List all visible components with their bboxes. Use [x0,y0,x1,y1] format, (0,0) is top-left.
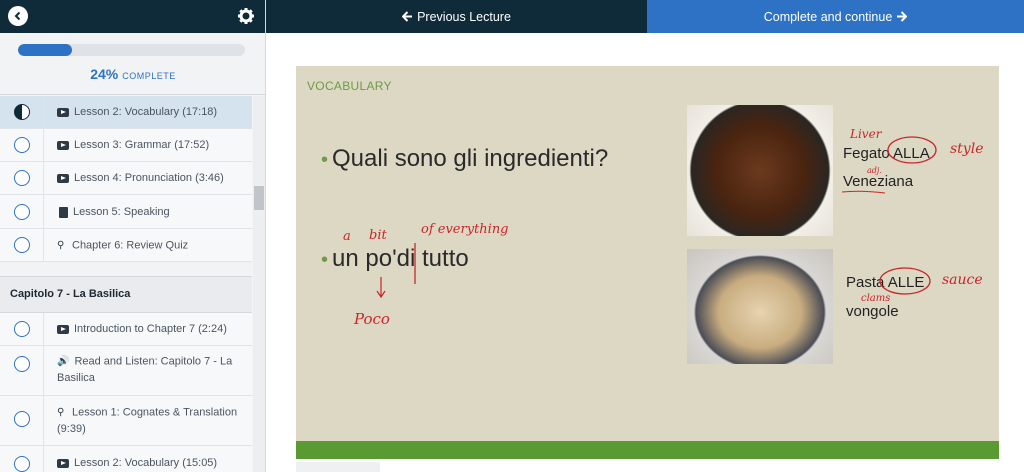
play-icon [57,173,69,183]
annotation-circle-alle [879,267,931,295]
incomplete-circle-icon [14,237,30,253]
play-icon [57,107,69,117]
annotation-arrow-down [376,277,386,299]
lecture-item[interactable]: ⚲ Chapter 6: Review Quiz [0,229,252,262]
section-title: Capitolo 7 - La Basilica [0,276,252,313]
lightbulb-icon: ⚲ [57,407,65,418]
lecture-slide: VOCABULARY • Quali sono gli ingredienti? … [296,66,999,459]
progress-percent: 24% [90,66,119,82]
incomplete-circle-icon [14,456,30,472]
lecture-label: Lesson 2: Vocabulary (17:18) [74,106,218,118]
lecture-item[interactable]: Lesson 2: Vocabulary (17:18) [0,96,252,129]
play-icon [57,458,69,468]
annotation-sauce: sauce [942,272,983,288]
annotation-circle-alla [887,136,937,164]
lecture-item[interactable]: Lesson 2: Vocabulary (15:05) [0,446,252,472]
slide-label: VOCABULARY [307,79,392,93]
lecture-label: Lesson 4: Pronunciation (3:46) [74,172,224,184]
annotation-bit: bit [369,228,387,243]
course-sidebar: 24% COMPLETE Lesson 2: Vocabulary (17:18)… [0,0,266,472]
lecture-item[interactable]: Lesson 4: Pronunciation (3:46) [0,162,252,195]
arrow-left-icon [402,11,413,22]
content-tab[interactable] [296,462,380,472]
annotation-of-everything: of everything [421,222,509,237]
previous-lecture-button[interactable]: Previous Lecture [266,0,647,33]
play-icon [57,324,69,334]
progress-word: COMPLETE [122,71,176,81]
incomplete-circle-icon [14,321,30,337]
progress-bar [18,44,245,56]
chevron-left-icon [14,11,21,21]
incomplete-circle-icon [14,356,30,372]
lecture-item[interactable]: Lesson 3: Grammar (17:52) [0,129,252,162]
progress-bar-fill [18,44,73,56]
lecture-item[interactable]: ⚲ Lesson 1: Cognates & Translation (9:39) [0,396,252,446]
incomplete-circle-icon [14,137,30,153]
lecture-label: Lesson 2: Vocabulary (15:05) [74,457,218,469]
bullet-answer: • un po'di tutto [321,245,469,272]
food2-line2: vongole [846,303,899,320]
bullet-text: Quali sono gli ingredienti? [332,145,609,172]
lecture-item[interactable]: 🔊 Read and Listen: Capitolo 7 - La Basili… [0,346,252,396]
arrow-right-icon [897,11,908,22]
sidebar-scrollbar[interactable] [253,96,265,472]
lecture-item[interactable]: Lesson 5: Speaking [0,195,252,229]
play-icon [57,140,69,150]
annotation-divider-mark [414,243,416,284]
complete-continue-label: Complete and continue [763,9,893,24]
progress-circle-icon [14,104,30,120]
annotation-style: style [950,141,984,157]
lecture-label: Lesson 3: Grammar (17:52) [74,139,210,151]
fegato-photo [687,105,833,236]
scrollbar-thumb[interactable] [254,186,264,210]
bullet-question: • Quali sono gli ingredienti? [321,145,609,172]
document-icon [59,206,68,218]
incomplete-circle-icon [14,170,30,186]
progress-text: 24% COMPLETE [0,66,265,84]
incomplete-circle-icon [14,204,30,220]
lecture-item[interactable]: Introduction to Chapter 7 (2:24) [0,313,252,346]
slide-footer-bar [296,441,999,459]
annotation-adj: adj. [867,166,882,175]
lecture-label: Introduction to Chapter 7 (2:24) [74,323,227,335]
bullet-text: un po'di tutto [332,245,469,272]
lecture-label: Chapter 6: Review Quiz [72,239,189,252]
speaker-icon: 🔊 [57,356,70,367]
back-button[interactable] [8,6,28,26]
complete-continue-button[interactable]: Complete and continue [647,0,1024,33]
progress-section: 24% COMPLETE [0,33,265,95]
annotation-a: a [343,229,351,244]
annotation-poco: Poco [354,310,390,328]
food1-line2: Veneziana [843,173,914,190]
lecture-label: Read and Listen: Capitolo 7 - La Basilic… [57,355,233,385]
annotation-underline [841,190,886,194]
incomplete-circle-icon [14,411,30,427]
vongole-photo [687,249,833,364]
previous-lecture-label: Previous Lecture [417,9,511,24]
lecture-label: Lesson 1: Cognates & Translation (9:39) [57,406,238,436]
gear-icon[interactable] [236,6,256,26]
sidebar-header [0,0,265,33]
lecture-list: Lesson 2: Vocabulary (17:18) Lesson 3: G… [0,96,252,472]
lightbulb-icon: ⚲ [57,240,65,251]
annotation-liver: Liver [850,127,882,141]
lecture-label: Lesson 5: Speaking [73,206,170,218]
